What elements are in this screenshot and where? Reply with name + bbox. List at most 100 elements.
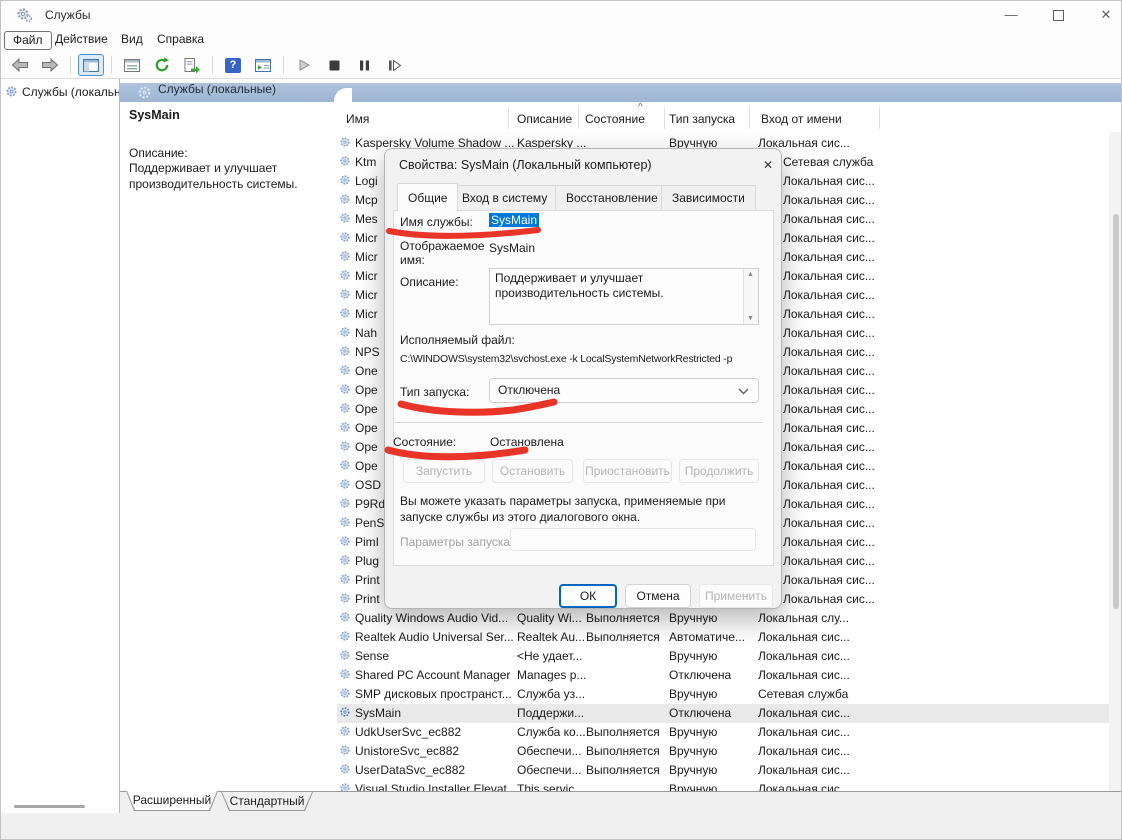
tab-recovery[interactable]: Восстановление xyxy=(555,185,669,210)
service-row[interactable]: Quality Windows Audio Vid... Quality Wi.… xyxy=(337,609,1122,628)
service-logon-as: Локальная сис... xyxy=(783,307,875,321)
menu-action[interactable]: Действие xyxy=(47,31,116,48)
resume-button[interactable]: Продолжить xyxy=(679,459,759,483)
close-button[interactable]: ✕ xyxy=(1091,5,1121,25)
help-icon[interactable]: ? xyxy=(220,54,246,76)
menu-file[interactable]: Файл xyxy=(4,31,52,50)
column-header-name[interactable]: Имя xyxy=(346,112,369,126)
startup-params-label: Параметры запуска: xyxy=(400,535,513,549)
textbox-scrollbar[interactable]: ▲ ▼ xyxy=(743,269,758,324)
column-header-description[interactable]: Описание xyxy=(517,112,572,126)
column-divider[interactable] xyxy=(879,107,880,129)
start-service-icon[interactable] xyxy=(291,54,317,76)
column-divider[interactable] xyxy=(578,107,579,129)
status-label: Состояние: xyxy=(393,435,456,449)
startup-params-input[interactable] xyxy=(510,528,756,551)
service-startup-type: Вручную xyxy=(669,687,717,701)
tab-standard-view[interactable]: Стандартный xyxy=(221,792,313,811)
service-logon-as: Локальная сис... xyxy=(783,478,875,492)
maximize-button[interactable] xyxy=(1043,5,1073,25)
column-header-status[interactable]: Состояние xyxy=(585,112,645,126)
minimize-button[interactable]: — xyxy=(996,5,1026,25)
column-divider[interactable] xyxy=(508,107,509,129)
gear-icon xyxy=(339,174,351,189)
service-name: UnistoreSvc_ec882 xyxy=(355,744,459,758)
menu-help[interactable]: Справка xyxy=(149,31,212,48)
apply-button[interactable]: Применить xyxy=(699,584,773,608)
service-startup-type: Вручную xyxy=(669,611,717,625)
service-name: Micr xyxy=(355,307,378,321)
tree-horizontal-scrollbar[interactable] xyxy=(14,805,85,808)
executable-path: C:\WINDOWS\system32\svchost.exe -k Local… xyxy=(400,353,732,365)
service-row[interactable]: SysMain Поддержи... Отключена Локальная … xyxy=(337,704,1122,723)
service-name: Ope xyxy=(355,421,378,435)
toolbar-separator xyxy=(111,56,112,74)
restart-service-icon[interactable] xyxy=(381,54,407,76)
dialog-close-icon[interactable]: ✕ xyxy=(759,156,777,174)
tab-dependencies[interactable]: Зависимости xyxy=(661,185,756,210)
title-bar: Службы — ✕ xyxy=(1,1,1122,28)
service-row[interactable]: SMP дисковых пространст... Служба уз... … xyxy=(337,685,1122,704)
gear-icon xyxy=(5,85,18,98)
start-button[interactable]: Запустить xyxy=(403,459,485,483)
service-row[interactable]: Realtek Audio Universal Ser... Realtek A… xyxy=(337,628,1122,647)
service-logon-as: Локальная сис... xyxy=(783,326,875,340)
gear-icon xyxy=(339,136,351,151)
service-name: Realtek Audio Universal Ser... xyxy=(355,630,514,644)
scroll-down-icon[interactable]: ▼ xyxy=(747,315,754,322)
ok-button[interactable]: ОК xyxy=(559,584,617,608)
service-name-value-selected[interactable]: SysMain xyxy=(489,213,539,227)
properties-window-icon[interactable] xyxy=(119,54,145,76)
service-row[interactable]: UserDataSvc_ec882 Обеспечи... Выполняетс… xyxy=(337,761,1122,780)
column-divider[interactable] xyxy=(749,107,750,129)
extended-view-icon[interactable] xyxy=(250,54,276,76)
list-vertical-scrollbar[interactable] xyxy=(1109,132,1122,791)
service-logon-as: Локальная сис... xyxy=(783,288,875,302)
description-label: Описание: xyxy=(129,146,329,160)
column-header-logon-as[interactable]: Вход от имени xyxy=(761,112,842,126)
scrollbar-thumb[interactable] xyxy=(1113,214,1119,609)
service-logon-as: Локальная сис... xyxy=(783,440,875,454)
stop-button[interactable]: Остановить xyxy=(492,459,573,483)
gear-icon xyxy=(339,288,351,303)
service-logon-as: Локальная сис... xyxy=(783,497,875,511)
console-tree-panel: Службы (локальные) xyxy=(1,79,120,813)
service-logon-as: Локальная сис... xyxy=(783,554,875,568)
back-icon[interactable] xyxy=(7,54,33,76)
gear-icon xyxy=(339,231,351,246)
startup-type-dropdown[interactable]: Отключена xyxy=(489,378,759,403)
description-label: Описание: xyxy=(400,275,459,289)
service-logon-as: Сетевая служба xyxy=(758,687,848,701)
tab-logon[interactable]: Вход в систему xyxy=(451,185,558,210)
pause-service-icon[interactable] xyxy=(351,54,377,76)
show-console-tree-icon[interactable] xyxy=(78,54,104,76)
cancel-button[interactable]: Отмена xyxy=(625,584,691,608)
service-description: Служба ко... xyxy=(517,725,586,739)
service-row[interactable]: Shared PC Account Manager Manages p... О… xyxy=(337,666,1122,685)
menu-view[interactable]: Вид xyxy=(113,31,151,48)
service-logon-as: Локальная сис... xyxy=(758,763,850,777)
scroll-up-icon[interactable]: ▲ xyxy=(747,271,754,278)
service-status: Выполняется xyxy=(586,763,660,777)
tab-general[interactable]: Общие xyxy=(397,183,458,211)
refresh-icon[interactable] xyxy=(149,54,175,76)
description-textbox[interactable]: Поддерживает и улучшает производительнос… xyxy=(489,268,759,325)
column-divider[interactable] xyxy=(664,107,665,129)
service-logon-as: Локальная сис... xyxy=(758,744,850,758)
column-header-startup-type[interactable]: Тип запуска xyxy=(669,112,735,126)
service-row[interactable]: UnistoreSvc_ec882 Обеспечи... Выполняетс… xyxy=(337,742,1122,761)
export-list-icon[interactable] xyxy=(179,54,205,76)
tree-root-services[interactable]: Службы (локальные) xyxy=(5,85,120,102)
service-row[interactable]: UdkUserSvc_ec882 Служба ко... Выполняетс… xyxy=(337,723,1122,742)
service-name: Ope xyxy=(355,383,378,397)
display-name-label: Отображаемое имя: xyxy=(400,239,486,267)
display-name-value: SysMain xyxy=(489,241,535,255)
pause-button[interactable]: Приостановить xyxy=(583,459,672,483)
gear-icon xyxy=(339,706,351,721)
tab-extended-view[interactable]: Расширенный xyxy=(126,791,218,811)
forward-icon[interactable] xyxy=(37,54,63,76)
service-row[interactable]: Sense <Не удает... Вручную Локальная сис… xyxy=(337,647,1122,666)
service-logon-as: Локальная сис... xyxy=(783,364,875,378)
stop-service-icon[interactable] xyxy=(321,54,347,76)
toolbar-separator xyxy=(212,56,213,74)
